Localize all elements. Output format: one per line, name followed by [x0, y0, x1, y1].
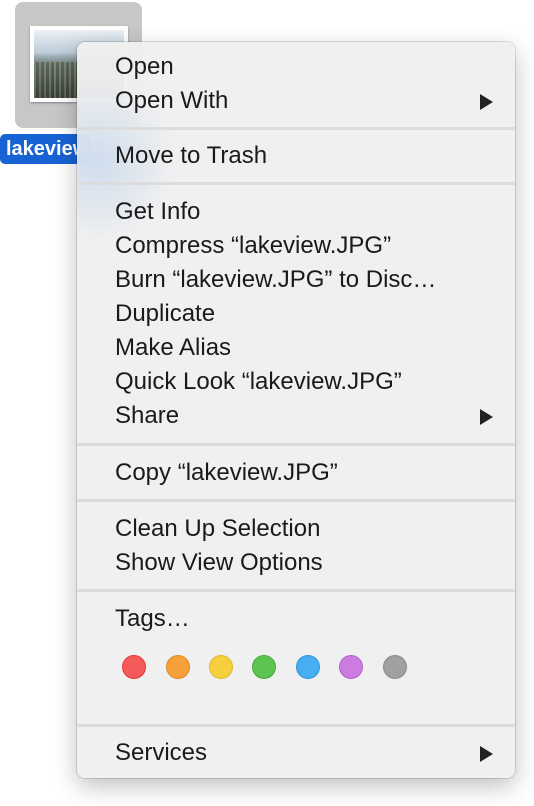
menu-item-services[interactable]: Services	[77, 736, 515, 770]
submenu-arrow-icon	[480, 94, 493, 110]
menu-item-tags[interactable]: Tags…	[77, 602, 515, 636]
desktop: lakeview Open Open With Move to Trash Ge…	[0, 0, 534, 806]
menu-item-duplicate[interactable]: Duplicate	[77, 297, 515, 331]
tag-gray-dot[interactable]	[383, 655, 407, 679]
menu-item-clean-up-selection[interactable]: Clean Up Selection	[77, 512, 515, 546]
menu-item-move-to-trash[interactable]: Move to Trash	[77, 139, 515, 173]
menu-item-copy[interactable]: Copy “lakeview.JPG”	[77, 456, 515, 490]
context-menu: Open Open With Move to Trash Get Info Co…	[77, 42, 515, 778]
menu-item-get-info[interactable]: Get Info	[77, 195, 515, 229]
tag-purple-dot[interactable]	[339, 655, 363, 679]
menu-separator	[77, 127, 515, 130]
tag-orange-dot[interactable]	[166, 655, 190, 679]
menu-item-open-with-label: Open With	[115, 87, 229, 114]
menu-item-share[interactable]: Share	[77, 399, 515, 433]
menu-item-burn-to-disc[interactable]: Burn “lakeview.JPG” to Disc…	[77, 263, 515, 297]
menu-item-share-label: Share	[115, 402, 180, 429]
menu-separator	[77, 589, 515, 592]
submenu-arrow-icon	[480, 746, 493, 762]
menu-item-services-label: Services	[115, 739, 208, 766]
tag-yellow-dot[interactable]	[209, 655, 233, 679]
menu-item-open-with[interactable]: Open With	[77, 84, 515, 118]
menu-separator	[77, 443, 515, 446]
menu-item-open[interactable]: Open	[77, 50, 515, 84]
tag-green-dot[interactable]	[252, 655, 276, 679]
menu-item-compress[interactable]: Compress “lakeview.JPG”	[77, 229, 515, 263]
menu-item-quick-look[interactable]: Quick Look “lakeview.JPG”	[77, 365, 515, 399]
menu-item-show-view-options[interactable]: Show View Options	[77, 546, 515, 580]
menu-separator	[77, 724, 515, 727]
submenu-arrow-icon	[480, 409, 493, 425]
menu-separator	[77, 182, 515, 185]
tag-blue-dot[interactable]	[296, 655, 320, 679]
menu-separator	[77, 499, 515, 502]
menu-item-make-alias[interactable]: Make Alias	[77, 331, 515, 365]
tag-red-dot[interactable]	[122, 655, 146, 679]
